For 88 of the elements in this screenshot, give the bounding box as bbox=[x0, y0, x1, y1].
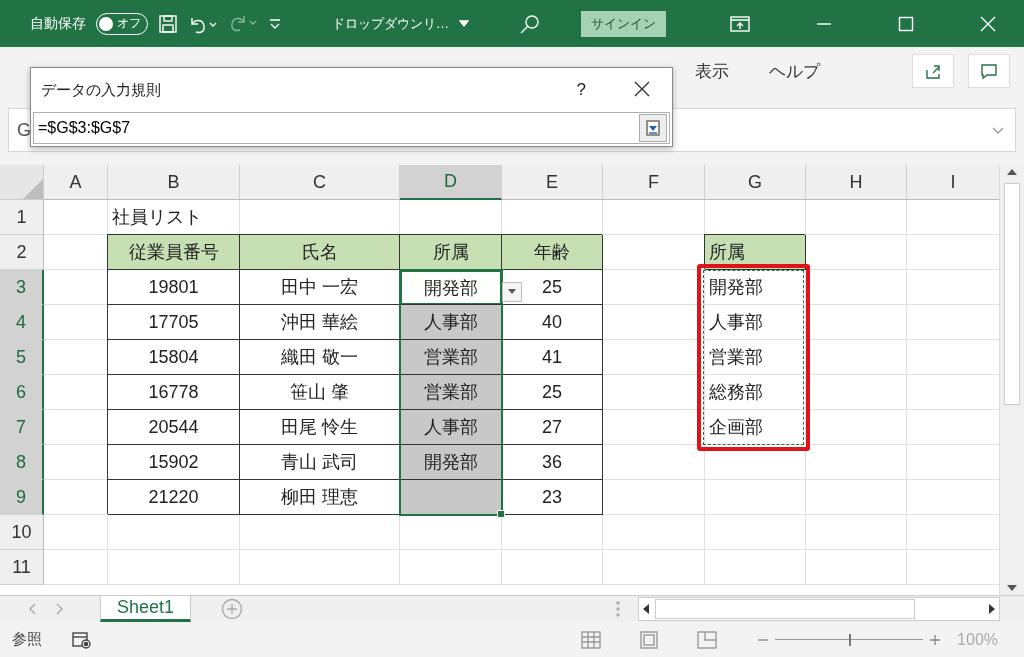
row-header[interactable]: 4 bbox=[0, 305, 44, 340]
fill-handle[interactable] bbox=[497, 510, 505, 518]
table-header-cell: 氏名 bbox=[240, 235, 400, 270]
table-cell: 笹山 肇 bbox=[240, 375, 400, 410]
table-header-cell: 年齢 bbox=[502, 235, 603, 270]
dropdown-button[interactable] bbox=[502, 282, 522, 302]
sheet-tab[interactable]: Sheet1 bbox=[100, 596, 192, 622]
caret-icon[interactable] bbox=[459, 19, 469, 28]
normal-view-icon[interactable] bbox=[581, 630, 602, 649]
caret-icon bbox=[508, 289, 516, 295]
table-header-cell: 所属 bbox=[400, 235, 502, 270]
row-header[interactable]: 10 bbox=[0, 515, 44, 550]
table-cell: 青山 武司 bbox=[240, 445, 400, 480]
table-cell: 人事部 bbox=[705, 305, 806, 340]
table-cell: 27 bbox=[502, 410, 603, 445]
comment-icon bbox=[980, 62, 998, 80]
table-cell: 総務部 bbox=[705, 375, 806, 410]
table-cell: 23 bbox=[502, 480, 603, 515]
save-icon[interactable] bbox=[158, 13, 178, 34]
column-header[interactable]: A bbox=[44, 165, 108, 200]
column-header[interactable]: E bbox=[502, 165, 603, 200]
table-cell: 人事部 bbox=[400, 410, 502, 445]
row-header[interactable]: 7 bbox=[0, 410, 44, 445]
table-cell: 人事部 bbox=[400, 305, 502, 340]
close-icon[interactable] bbox=[634, 80, 650, 97]
ribbon-tab[interactable]: ヘルプ bbox=[749, 47, 840, 95]
row-header[interactable]: 1 bbox=[0, 200, 44, 235]
status-mode: 参照 bbox=[12, 630, 42, 649]
column-header[interactable]: I bbox=[907, 165, 999, 200]
sign-in-button[interactable]: サインイン bbox=[581, 10, 666, 37]
expand-icon bbox=[646, 120, 660, 136]
table-cell: 企画部 bbox=[705, 410, 806, 445]
customize-icon[interactable] bbox=[268, 16, 282, 31]
table-cell: 21220 bbox=[108, 480, 240, 515]
row-header[interactable]: 6 bbox=[0, 375, 44, 410]
column-header[interactable]: C bbox=[240, 165, 400, 200]
table-cell: 19801 bbox=[108, 270, 240, 305]
share-button[interactable] bbox=[912, 54, 954, 88]
table-cell: 15804 bbox=[108, 340, 240, 375]
row-header[interactable]: 8 bbox=[0, 445, 44, 480]
autosave-label: 自動保存 bbox=[30, 14, 86, 33]
expand-dialog-button[interactable] bbox=[639, 114, 667, 142]
row-header[interactable]: 2 bbox=[0, 235, 44, 270]
maximize-icon[interactable] bbox=[898, 15, 914, 32]
dialog-title: データの入力規則 bbox=[41, 80, 161, 100]
table-cell: 田尾 怜生 bbox=[240, 410, 400, 445]
table-cell: 開発部 bbox=[400, 445, 502, 480]
chevron-down-icon[interactable] bbox=[991, 125, 1005, 136]
zoom-thumb[interactable] bbox=[849, 633, 852, 646]
table-header-cell: 従業員番号 bbox=[108, 235, 240, 270]
row-header[interactable]: 5 bbox=[0, 340, 44, 375]
table-cell: 40 bbox=[502, 305, 603, 340]
macro-record-icon[interactable] bbox=[72, 630, 92, 649]
row-header[interactable]: 9 bbox=[0, 480, 44, 515]
ribbon-tab[interactable]: 表示 bbox=[675, 47, 749, 95]
column-header[interactable]: B bbox=[108, 165, 240, 200]
table-cell: 36 bbox=[502, 445, 603, 480]
document-title[interactable]: ドロップダウンリ… bbox=[332, 14, 469, 33]
column-header[interactable]: G bbox=[705, 165, 806, 200]
help-button[interactable]: ? bbox=[576, 80, 586, 100]
column-header[interactable]: H bbox=[806, 165, 907, 200]
table-cell: 営業部 bbox=[400, 340, 502, 375]
table-cell: 沖田 華絵 bbox=[240, 305, 400, 340]
name-box[interactable]: G bbox=[17, 119, 31, 141]
table-cell: 20544 bbox=[108, 410, 240, 445]
table-cell: 営業部 bbox=[705, 340, 806, 375]
table-cell: 田中 一宏 bbox=[240, 270, 400, 305]
table-cell: 15902 bbox=[108, 445, 240, 480]
search-icon[interactable] bbox=[519, 12, 541, 35]
vertical-scrollbar[interactable] bbox=[999, 165, 1024, 595]
table-cell: 営業部 bbox=[400, 375, 502, 410]
table-cell: 25 bbox=[502, 375, 603, 410]
column-header[interactable]: D bbox=[400, 165, 502, 200]
row-header[interactable]: 3 bbox=[0, 270, 44, 305]
table-cell: 開発部 bbox=[705, 270, 806, 305]
table-cell: 41 bbox=[502, 340, 603, 375]
column-header[interactable]: F bbox=[603, 165, 705, 200]
row-header[interactable]: 11 bbox=[0, 550, 44, 585]
table-cell: 柳田 理恵 bbox=[240, 480, 400, 515]
comment-button[interactable] bbox=[968, 54, 1010, 88]
table-cell: 17705 bbox=[108, 305, 240, 340]
horizontal-scrollbar[interactable] bbox=[638, 597, 1000, 621]
table-cell: 織田 敬一 bbox=[240, 340, 400, 375]
table-cell: 16778 bbox=[108, 375, 240, 410]
share-icon bbox=[924, 62, 942, 80]
ribbon-display-icon[interactable] bbox=[730, 14, 750, 33]
zoom-in-icon[interactable] bbox=[929, 633, 942, 646]
range-input-field[interactable]: =$G$3:$G$7 bbox=[33, 112, 670, 144]
